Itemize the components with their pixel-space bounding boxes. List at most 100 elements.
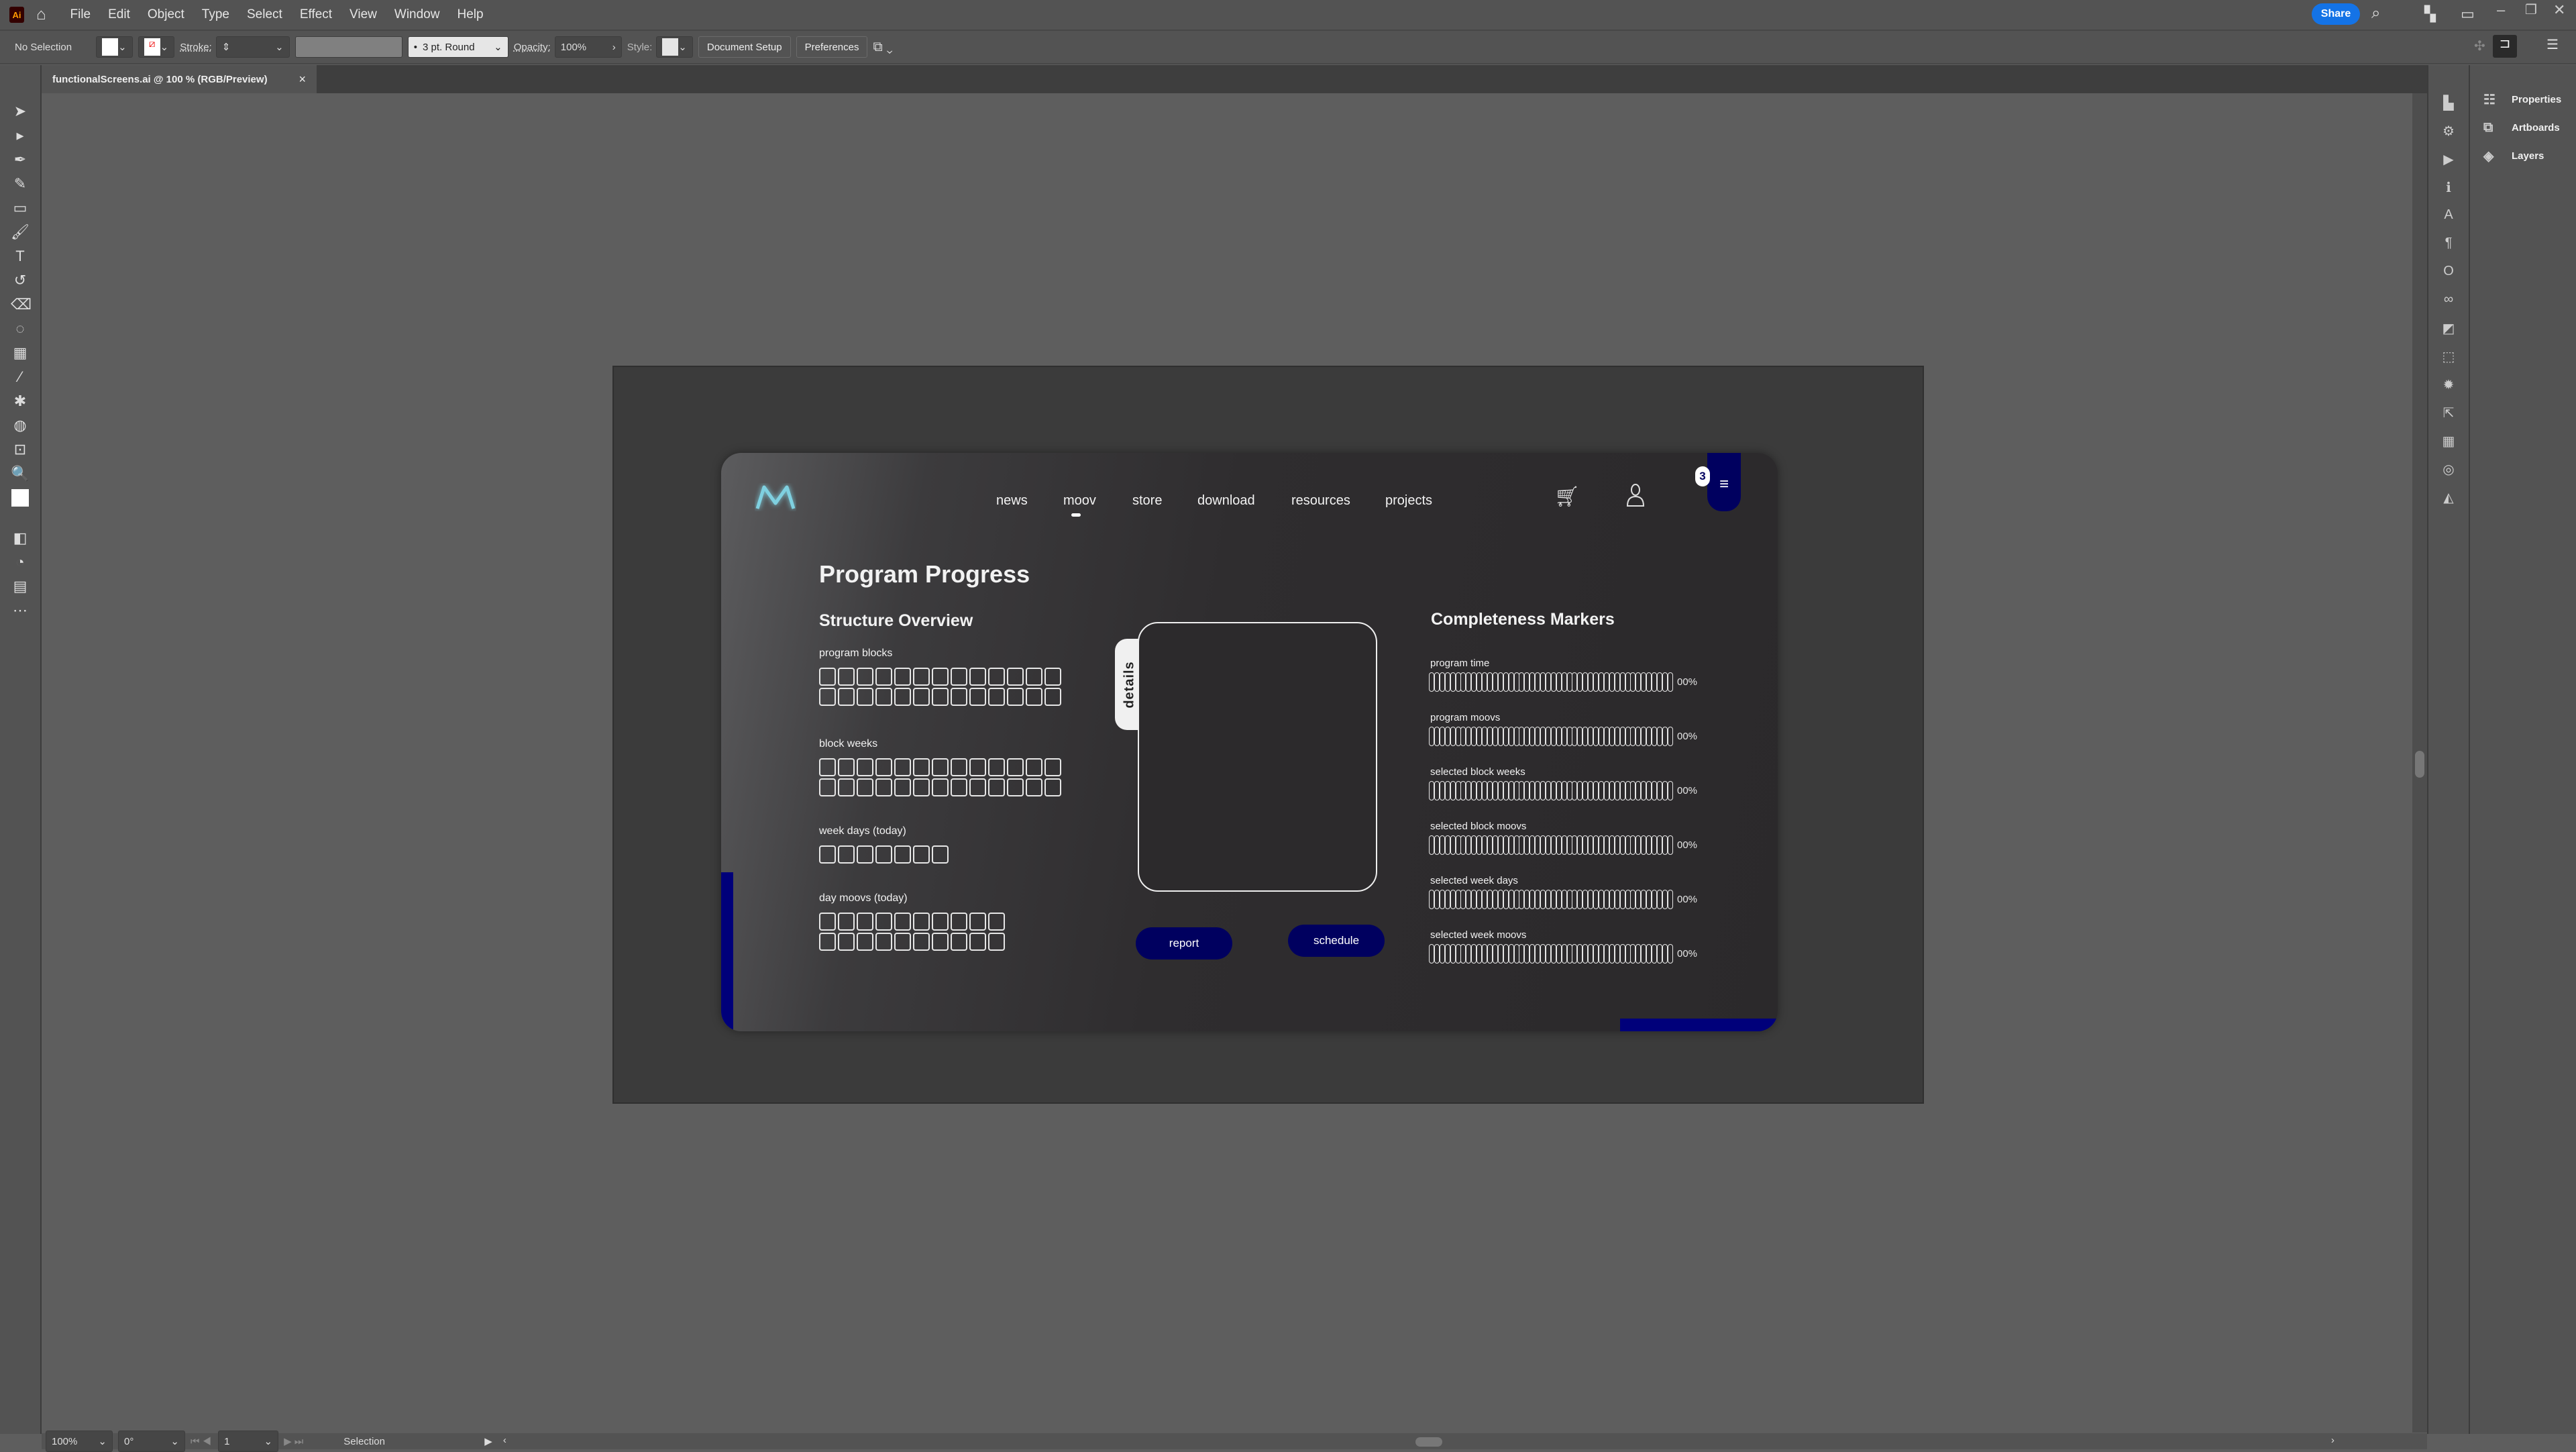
grid-cell[interactable] [951,688,967,706]
nav-moov[interactable]: moov [1063,493,1096,509]
document-setup-button[interactable]: Document Setup [698,36,791,58]
stroke-weight-field[interactable]: ⇕ ⌄ [215,36,290,58]
panel-menu-icon[interactable]: ☰ [2546,36,2559,53]
vertical-scrollbar[interactable] [2412,93,2427,1433]
grid-cell[interactable] [951,933,967,951]
zoom-tool-icon[interactable]: 🔍 [11,465,30,482]
grid-cell[interactable] [894,845,911,864]
grid-cell[interactable] [913,933,930,951]
share-button[interactable]: Share [2312,3,2360,25]
grid-cell[interactable] [1026,758,1042,776]
grid-cell[interactable] [857,778,873,796]
grid-cell[interactable] [875,758,892,776]
draw-mode-icon[interactable]: ◔ [11,554,30,571]
menu-help[interactable]: Help [457,7,483,22]
grid-cell[interactable] [913,758,930,776]
grid-cell[interactable] [1044,688,1061,706]
grid-cell[interactable] [838,688,855,706]
current-tool-status[interactable]: Selection [343,1436,464,1447]
search-icon[interactable]: ⌕ [2371,4,2380,23]
menu-view[interactable]: View [350,7,377,22]
grid-cell[interactable] [969,933,986,951]
grid-cell[interactable] [857,758,873,776]
transform-icon[interactable]: ⬚ [2440,348,2457,366]
paragraph-icon[interactable]: ¶ [2440,236,2457,253]
menu-window[interactable]: Window [394,7,440,22]
character-icon[interactable]: A [2440,207,2457,225]
artboard-number-dropdown[interactable]: 1 ⌄ [218,1431,279,1452]
graphic-styles-icon[interactable]: ◭ [2440,489,2457,507]
artboard-tool-icon[interactable]: ⊡ [11,441,30,458]
menu-type[interactable]: Type [202,7,229,22]
grid-cell[interactable] [857,668,873,686]
grid-cell[interactable] [988,758,1005,776]
nav-news[interactable]: news [996,493,1028,509]
user-icon[interactable] [1625,484,1646,507]
grid-cell[interactable] [913,778,930,796]
arrange-documents-icon[interactable]: ▚ [2424,5,2436,23]
grid-cell[interactable] [932,933,949,951]
grid-cell[interactable] [838,845,855,864]
export-icon[interactable]: ⇱ [2440,405,2457,422]
stroke-swatch[interactable]: ⧄ ⌄ [138,36,175,58]
grid-cell[interactable] [857,845,873,864]
direct-selection-tool-icon[interactable]: ▸ [11,127,30,144]
zoom-dropdown[interactable]: 100% ⌄ [46,1431,113,1452]
panel-properties[interactable]: ☷ Properties [2470,85,2576,113]
brush-dropdown[interactable]: • 3 pt. Round ⌄ [407,36,508,58]
home-icon[interactable]: ⌂ [36,5,46,24]
grid-cell[interactable] [875,913,892,931]
grid-cell[interactable] [819,845,836,864]
grid-cell[interactable] [932,913,949,931]
preferences-button[interactable]: Preferences [796,36,868,58]
grid-cell[interactable] [875,778,892,796]
eyedropper-tool-icon[interactable]: ⁄ [11,368,30,386]
pen-tool-icon[interactable]: ✒ [11,151,30,168]
grid-cell[interactable] [1044,668,1061,686]
grid-cell[interactable] [894,758,911,776]
grid-cell[interactable] [857,933,873,951]
grid-cell[interactable] [932,845,949,864]
grid-cell[interactable] [932,668,949,686]
grid-cell[interactable] [819,688,836,706]
rotation-dropdown[interactable]: 0° ⌄ [118,1431,185,1452]
grid-cell[interactable] [819,913,836,931]
grid-cell[interactable] [875,933,892,951]
report-button[interactable]: report [1136,927,1232,960]
grid-cell[interactable] [857,688,873,706]
grid-cell[interactable] [857,913,873,931]
grid-cell[interactable] [838,933,855,951]
grid-cell[interactable] [932,688,949,706]
grid-cell[interactable] [1007,688,1024,706]
horizontal-scrollbar[interactable]: ‹ › [503,1435,2334,1448]
curvature-tool-icon[interactable]: ✎ [11,175,30,193]
grid-cell[interactable] [838,778,855,796]
more-tools-icon[interactable]: ⋯ [11,602,30,619]
grid-cell[interactable] [838,913,855,931]
grid-cell[interactable] [894,778,911,796]
grid-cell[interactable] [951,913,967,931]
first-artboard-icon[interactable]: ⏮ ◀ [191,1436,211,1447]
workspace-icon[interactable]: ▭ [2461,5,2475,23]
grid-cell[interactable] [1007,778,1024,796]
play-icon[interactable]: ▶ [2440,151,2457,168]
color-guide-icon[interactable]: ◎ [2440,461,2457,478]
color-mode-icon[interactable]: ◧ [11,529,30,547]
eraser-tool-icon[interactable]: ⌫ [11,296,32,313]
panel-artboards[interactable]: ⧉ Artboards [2470,113,2576,142]
grid-cell[interactable] [894,913,911,931]
gradient-tool-icon[interactable]: ▦ [11,344,30,362]
arrange-icon[interactable]: ⧉ ⌄ [873,40,892,55]
rotate-tool-icon[interactable]: ↺ [11,272,30,289]
grid-cell[interactable] [1026,668,1042,686]
menu-effect[interactable]: Effect [300,7,332,22]
schedule-button[interactable]: schedule [1288,925,1385,957]
grid-cell[interactable] [932,758,949,776]
grid-cell[interactable] [819,758,836,776]
grid-cell[interactable] [894,688,911,706]
grid-cell[interactable] [1044,758,1061,776]
actions-icon[interactable]: ⚙ [2440,123,2457,140]
grid-cell[interactable] [988,933,1005,951]
grid-cell[interactable] [1026,778,1042,796]
snap-to-pixel-icon[interactable]: ✣ [2474,38,2485,54]
